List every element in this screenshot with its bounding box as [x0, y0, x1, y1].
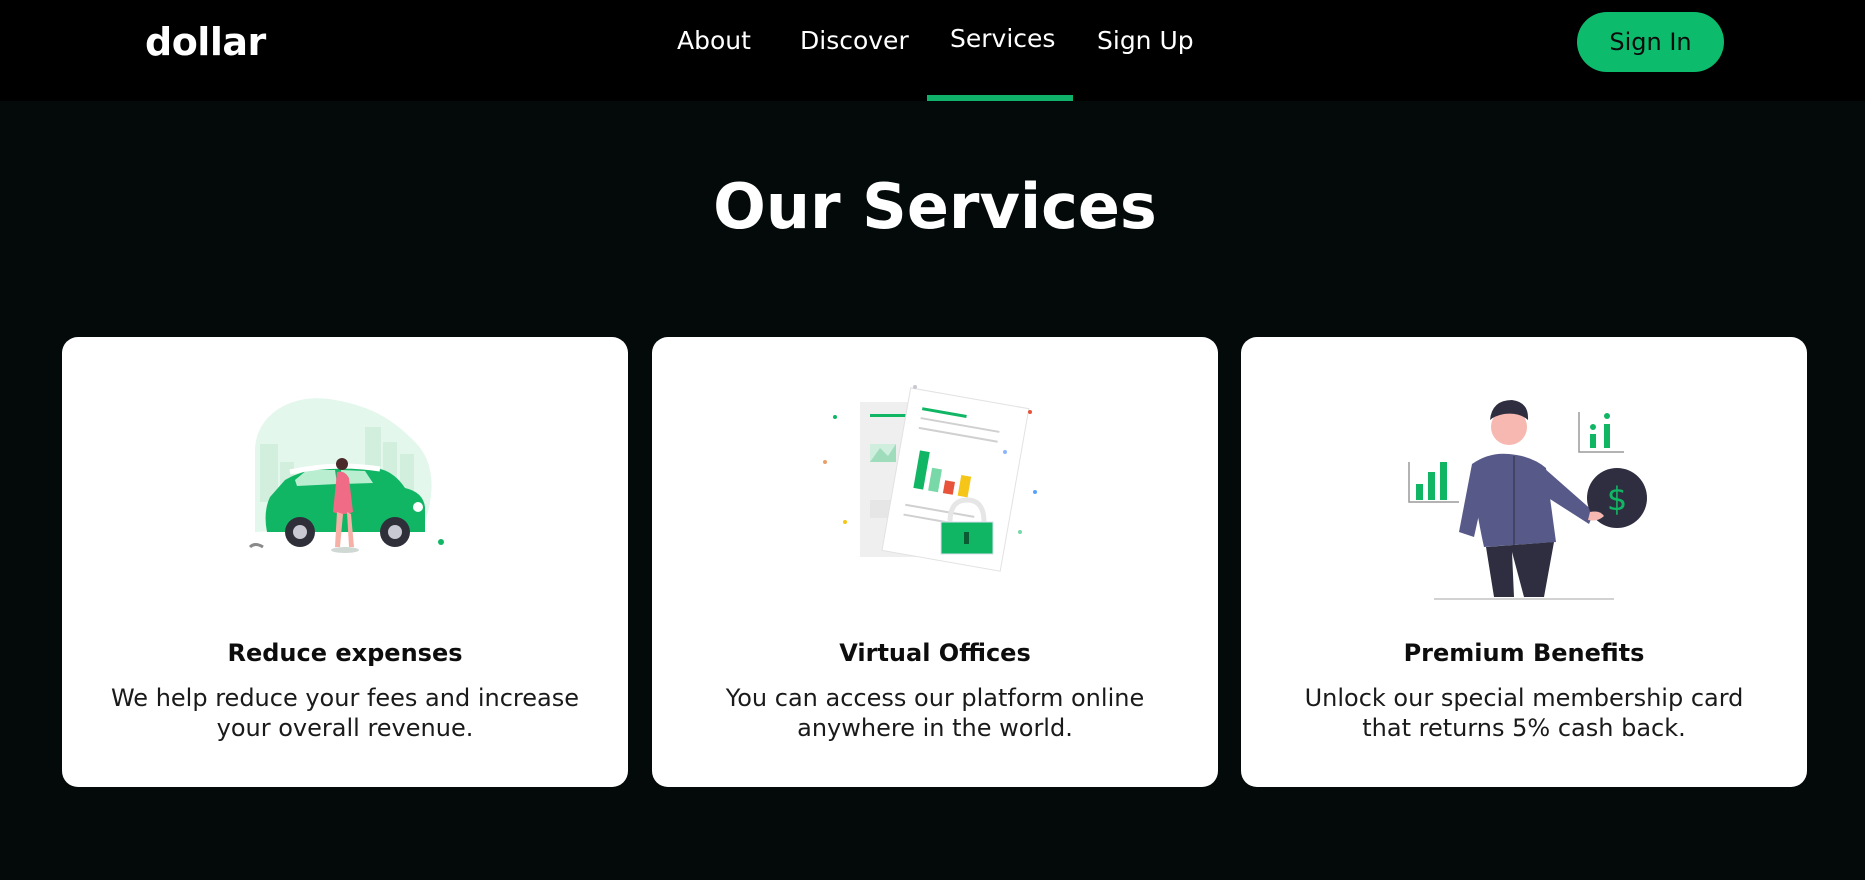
card-title: Reduce expenses: [227, 639, 463, 667]
nav-link-services[interactable]: Services: [950, 24, 1055, 53]
service-card-reduce-expenses: Reduce expenses We help reduce your fees…: [62, 337, 628, 787]
card-title: Premium Benefits: [1403, 639, 1645, 667]
section-title: Our Services: [713, 170, 1157, 243]
nav-link-sign-up[interactable]: Sign Up: [1097, 26, 1194, 55]
card-description: Unlock our special membership card that …: [1304, 684, 1744, 742]
logo[interactable]: dollar: [145, 20, 266, 64]
card-title: Virtual Offices: [839, 639, 1031, 667]
car-illustration: [62, 382, 628, 562]
navbar: dollar About Discover Services Sign Up S…: [0, 0, 1865, 101]
documents-illustration: [652, 382, 1218, 572]
premium-illustration: $: [1241, 382, 1807, 600]
service-card-virtual-offices: Virtual Offices You can access our platf…: [652, 337, 1218, 787]
nav-link-about[interactable]: About: [677, 26, 751, 55]
active-nav-indicator: [927, 95, 1073, 101]
sign-in-button[interactable]: Sign In: [1577, 12, 1724, 72]
nav-link-discover[interactable]: Discover: [800, 26, 909, 55]
card-description: You can access our platform online anywh…: [725, 684, 1145, 742]
svg-text:$: $: [1607, 480, 1627, 518]
service-card-premium-benefits: $ Premium Benefits Unlock our special me…: [1241, 337, 1807, 787]
card-description: We help reduce your fees and increase yo…: [110, 684, 579, 742]
